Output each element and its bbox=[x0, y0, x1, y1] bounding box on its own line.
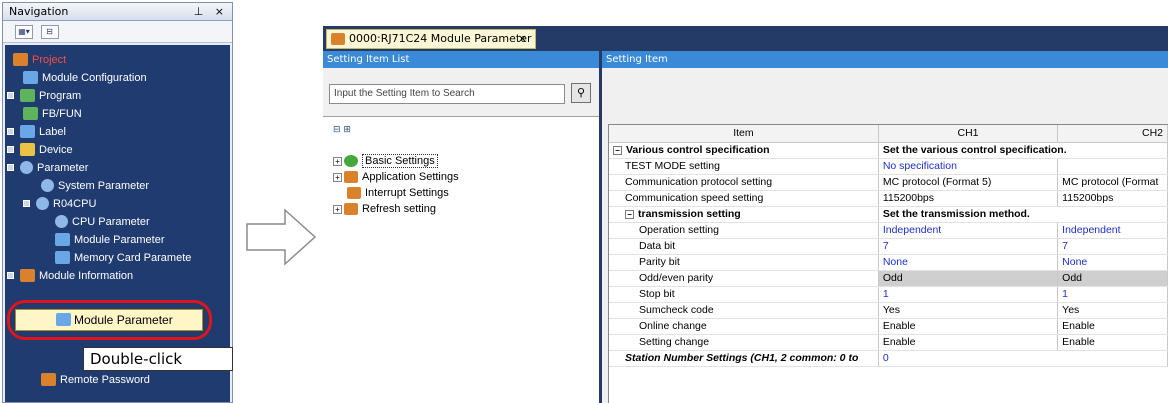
tab-title: 0000:RJ71C24 Module Parameter bbox=[349, 32, 532, 45]
cpu-icon bbox=[36, 196, 49, 210]
tree-item-parameter[interactable]: Parameter bbox=[7, 159, 88, 177]
navigation-toolbar: ▦▾ ⊟ bbox=[3, 21, 232, 43]
tree-item-module-parameter[interactable]: Module Parameter bbox=[55, 231, 165, 249]
close-icon[interactable]: × bbox=[518, 30, 527, 48]
table-row[interactable]: Communication speed setting 115200bps 11… bbox=[609, 190, 1168, 207]
collapse-icon[interactable] bbox=[7, 163, 14, 171]
table-row[interactable]: Operation setting Independent Independen… bbox=[609, 222, 1168, 239]
right-arrow-icon bbox=[246, 208, 317, 266]
search-input[interactable]: Input the Setting Item to Search bbox=[329, 84, 565, 104]
expand-icon[interactable] bbox=[7, 145, 14, 153]
device-icon bbox=[20, 142, 35, 156]
check-circle-icon bbox=[344, 155, 358, 168]
collapse-icon[interactable]: − bbox=[613, 145, 622, 155]
project-icon bbox=[13, 52, 28, 66]
setting-item-list-header: Setting Item List bbox=[323, 51, 599, 68]
module-parameter-editor: 0000:RJ71C24 Module Parameter × Setting … bbox=[323, 26, 1168, 403]
table-row[interactable]: Online change Enable Enable bbox=[609, 318, 1168, 335]
tree-item-refresh-setting[interactable]: + Refresh setting bbox=[333, 201, 436, 217]
parameter-icon bbox=[20, 160, 33, 174]
module-icon bbox=[344, 171, 358, 184]
setting-tree: ⊟ ⊞ + Basic Settings + Application Setting… bbox=[323, 116, 599, 403]
setting-item-header: Setting Item bbox=[602, 51, 1168, 68]
pin-close-controls[interactable]: ⊥ × bbox=[194, 3, 228, 21]
table-row[interactable]: Station Number Settings (CH1, 2 common: … bbox=[609, 350, 1168, 367]
remote-password-icon bbox=[41, 372, 56, 386]
tree-item-label[interactable]: Label bbox=[7, 123, 66, 141]
module-configuration-icon bbox=[23, 70, 38, 84]
binoculars-icon[interactable]: ⚲ bbox=[571, 83, 591, 103]
fb-fun-icon bbox=[23, 106, 38, 120]
column-header-ch1: CH1 bbox=[878, 125, 1059, 143]
tree-item-device[interactable]: Device bbox=[7, 141, 73, 159]
tree-item-r04cpu[interactable]: R04CPU bbox=[23, 195, 96, 213]
tree-item-remote-password[interactable]: Remote Password bbox=[41, 371, 150, 389]
tree-item-module-information[interactable]: Module Information bbox=[7, 267, 133, 285]
tree-item-project[interactable]: Project bbox=[13, 51, 66, 69]
memory-card-icon bbox=[55, 250, 70, 264]
expand-icon[interactable]: + bbox=[333, 172, 342, 182]
double-click-callout: Double-click bbox=[83, 347, 233, 371]
system-parameter-icon bbox=[41, 178, 54, 192]
module-parameter-icon bbox=[55, 232, 70, 246]
navigation-title-bar: Navigation ⊥ × bbox=[3, 3, 232, 21]
label-icon bbox=[20, 124, 35, 138]
tree-item-interrupt-settings[interactable]: Interrupt Settings bbox=[347, 185, 449, 201]
tree-item-program[interactable]: Program bbox=[7, 87, 81, 105]
tree-item-cpu-parameter[interactable]: CPU Parameter bbox=[55, 213, 150, 231]
collapse-icon[interactable]: − bbox=[625, 209, 634, 219]
table-row[interactable]: Setting change Enable Enable bbox=[609, 334, 1168, 351]
module-information-icon bbox=[20, 268, 35, 282]
program-icon bbox=[20, 88, 35, 102]
navigation-panel: Navigation ⊥ × ▦▾ ⊟ Project Module Confi… bbox=[2, 2, 233, 403]
parameter-grid: Item CH1 CH2 − Various control specificat… bbox=[608, 124, 1168, 403]
module-icon bbox=[331, 33, 345, 45]
setting-item-list-pane: Input the Setting Item to Search ⚲ ⊟ ⊞ +… bbox=[323, 68, 599, 403]
table-row[interactable]: Communication protocol setting MC protoc… bbox=[609, 174, 1168, 191]
tree-item-basic-settings[interactable]: + Basic Settings bbox=[333, 153, 438, 169]
table-row[interactable]: Data bit 7 7 bbox=[609, 238, 1168, 255]
tree-item-memory-card-parameter[interactable]: Memory Card Paramete bbox=[55, 249, 191, 267]
expand-icon[interactable]: + bbox=[333, 204, 342, 214]
navigation-title: Navigation bbox=[9, 5, 69, 18]
table-row[interactable]: Stop bit 1 1 bbox=[609, 286, 1168, 303]
tree-view-icon[interactable]: ⊟ bbox=[40, 25, 59, 39]
setting-item-pane: Item CH1 CH2 − Various control specificat… bbox=[602, 68, 1168, 403]
collapse-icon[interactable] bbox=[7, 271, 14, 279]
expand-icon[interactable]: + bbox=[333, 156, 342, 166]
tree-item-fb-fun[interactable]: FB/FUN bbox=[23, 105, 82, 123]
expand-icon[interactable] bbox=[7, 91, 14, 99]
collapse-icon[interactable] bbox=[23, 199, 30, 207]
editor-tab[interactable]: 0000:RJ71C24 Module Parameter × bbox=[326, 29, 536, 49]
column-header-item: Item bbox=[609, 125, 879, 143]
tree-item-module-configuration[interactable]: Module Configuration bbox=[23, 69, 147, 87]
table-row[interactable]: Odd/even parity Odd Odd bbox=[609, 270, 1168, 287]
tree-item-application-settings[interactable]: + Application Settings bbox=[333, 169, 459, 185]
module-icon bbox=[344, 203, 358, 216]
tree-toolbar-icon[interactable]: ⊟ ⊞ bbox=[333, 125, 351, 135]
table-row[interactable]: Parity bit None None bbox=[609, 254, 1168, 271]
table-row[interactable]: − Various control specification Set the v… bbox=[609, 142, 1168, 159]
expand-icon[interactable] bbox=[7, 127, 14, 135]
table-row[interactable]: TEST MODE setting No specification bbox=[609, 158, 1168, 175]
grid-header-row: Item CH1 CH2 bbox=[609, 125, 1168, 143]
table-row[interactable]: Sumcheck code Yes Yes bbox=[609, 302, 1168, 319]
tree-options-icon[interactable]: ▦▾ bbox=[15, 25, 33, 39]
tree-item-system-parameter[interactable]: System Parameter bbox=[41, 177, 149, 195]
module-icon bbox=[347, 187, 361, 200]
column-header-ch2: CH2 bbox=[1057, 125, 1168, 143]
cpu-parameter-icon bbox=[55, 214, 68, 228]
table-row[interactable]: − transmission setting Set the transmissi… bbox=[609, 206, 1168, 223]
highlight-ring bbox=[7, 300, 212, 340]
